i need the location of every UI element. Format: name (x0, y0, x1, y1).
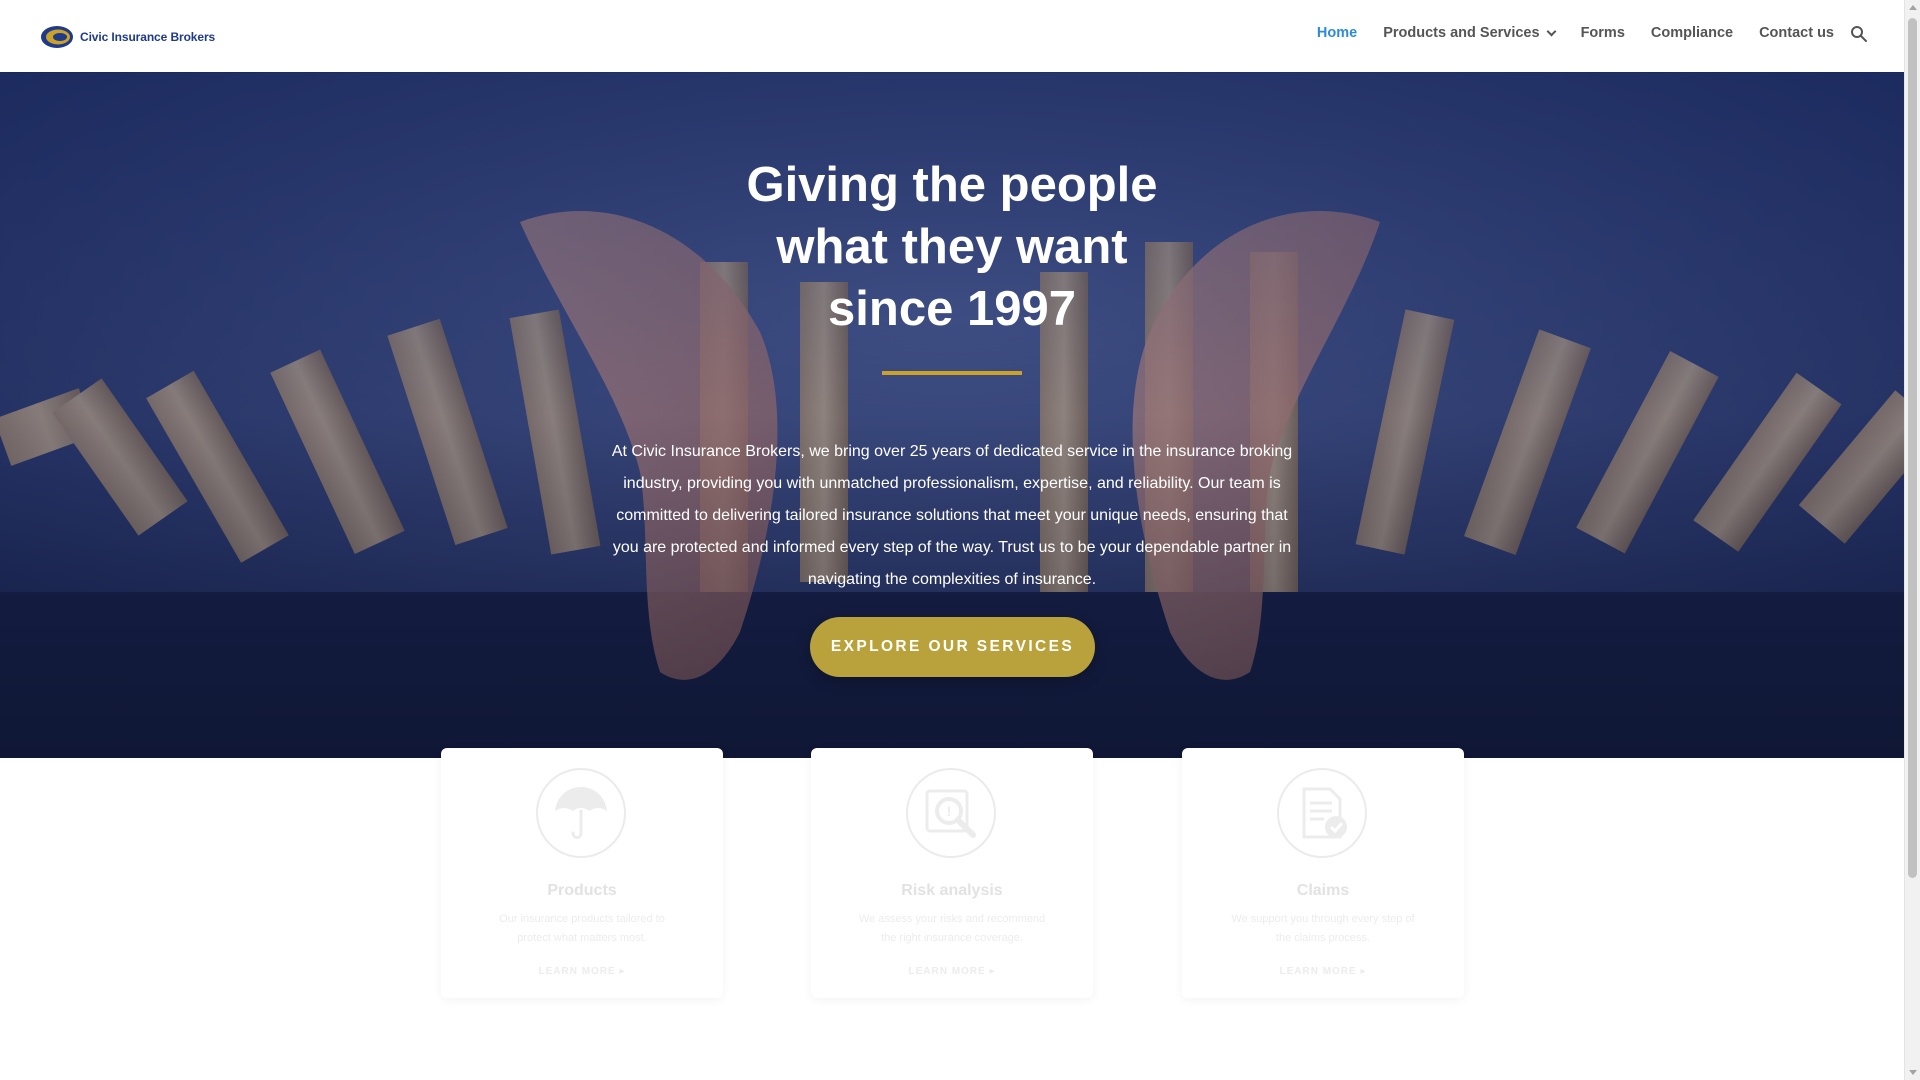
arrow-right-icon: ▸ (619, 966, 626, 977)
page-scrollbar[interactable] (1904, 0, 1920, 1080)
nav-compliance-label: Compliance (1650, 25, 1734, 41)
card-risk-analysis-title: Risk analysis (901, 882, 1003, 899)
explore-services-button[interactable]: EXPLORE OUR SERVICES (810, 617, 1095, 677)
card-claims-learn-more[interactable]: LEARN MORE ▸ (1182, 966, 1464, 977)
scroll-up-arrow-icon[interactable] (1909, 5, 1917, 10)
search-icon[interactable] (1850, 25, 1868, 43)
scroll-thumb[interactable] (1908, 18, 1917, 878)
document-check-icon (1277, 768, 1367, 858)
nav-home-label: Home (1316, 25, 1358, 41)
hero-title-line-1: Giving the people (746, 158, 1158, 212)
card-products[interactable]: Products Our insurance products tailored… (441, 748, 723, 998)
svg-text:!: ! (947, 803, 952, 819)
nav-contact-us[interactable]: Contact us (1759, 25, 1834, 41)
hero-title-line-2: what they want (776, 220, 1128, 274)
arrow-right-icon: ▸ (989, 966, 996, 977)
hero-section: Giving the people what they want since 1… (0, 72, 1904, 758)
card-claims[interactable]: Claims We support you through every step… (1182, 748, 1464, 998)
nav-compliance[interactable]: Compliance (1651, 25, 1733, 41)
card-risk-analysis-learn-more[interactable]: LEARN MORE ▸ (811, 966, 1093, 977)
learn-more-label: LEARN MORE (908, 966, 986, 977)
services-cards: Products Our insurance products tailored… (0, 748, 1904, 1080)
logo[interactable]: Civic Insurance Brokers (40, 22, 215, 52)
scroll-down-arrow-icon[interactable] (1909, 1070, 1917, 1075)
card-products-title: Products (547, 882, 617, 899)
card-claims-description: We support you through every step of the… (1231, 913, 1415, 944)
nav-contact-label: Contact us (1759, 25, 1834, 41)
nav-products-label: Products and Services (1383, 25, 1540, 41)
nav-forms[interactable]: Forms (1581, 25, 1625, 41)
nav-forms-label: Forms (1580, 25, 1625, 41)
nav-products-and-services[interactable]: Products and Services (1383, 25, 1557, 41)
logo-text: Civic Insurance Brokers (80, 30, 216, 44)
card-products-learn-more[interactable]: LEARN MORE ▸ (441, 966, 723, 977)
main-nav: Home Products and Services Forms Complia… (1291, 0, 1834, 66)
card-risk-analysis[interactable]: ! Risk analysis We assess your risks and… (811, 748, 1093, 998)
magnifier-icon: ! (906, 768, 996, 858)
chevron-down-icon (1546, 26, 1557, 36)
arrow-right-icon: ▸ (1360, 966, 1367, 977)
site-header: Civic Insurance Brokers Home Products an… (0, 0, 1904, 72)
logo-icon (40, 23, 76, 51)
card-claims-title: Claims (1296, 882, 1350, 899)
learn-more-label: LEARN MORE (538, 966, 616, 977)
title-divider (882, 371, 1022, 375)
card-risk-analysis-description: We assess your risks and recommend the r… (858, 913, 1046, 944)
hero-description: At Civic Insurance Brokers, we bring ove… (611, 443, 1293, 588)
card-products-description: Our insurance products tailored to prote… (499, 913, 665, 944)
hero-title: Giving the people what they want since 1… (652, 154, 1252, 340)
hero-title-line-3: since 1997 (828, 282, 1076, 336)
learn-more-label: LEARN MORE (1279, 966, 1357, 977)
umbrella-icon (536, 768, 626, 858)
nav-home[interactable]: Home (1317, 25, 1357, 41)
